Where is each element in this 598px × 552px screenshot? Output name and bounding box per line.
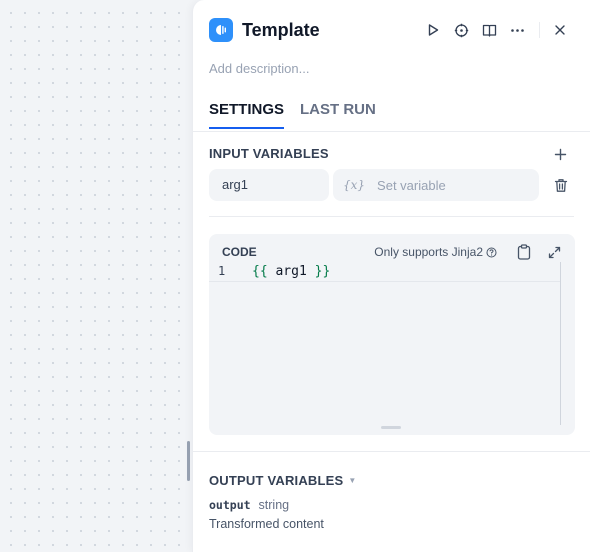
line-content: {{ arg1 }} (252, 264, 331, 279)
code-label: CODE (222, 245, 257, 259)
panel-resize-handle[interactable] (187, 441, 190, 481)
description-input[interactable]: Add description... (209, 61, 309, 76)
panel-scroll-edge (590, 0, 598, 552)
variable-value-selector[interactable]: {x} Set variable (333, 169, 539, 201)
tab-last-run[interactable]: LAST RUN (300, 101, 376, 129)
expand-icon (548, 246, 560, 258)
line-number: 1 (218, 264, 226, 278)
panel-title[interactable]: Template (242, 20, 320, 41)
header-actions (419, 16, 574, 44)
caret-down-icon: ▼ (348, 476, 357, 485)
editor-resize-grip[interactable] (381, 426, 401, 429)
output-variable-name: output (209, 498, 251, 512)
panel-tabs: SETTINGS LAST RUN (209, 101, 376, 129)
code-editor-box: CODE Only supports Jinja2 1 {{ arg1 }} (209, 234, 575, 435)
delete-variable-button[interactable] (547, 171, 575, 199)
variable-value-placeholder: Set variable (377, 177, 446, 193)
jinja-hint: Only supports Jinja2 (374, 245, 497, 259)
editor-scrollbar[interactable] (560, 262, 561, 425)
variable-name-input[interactable]: arg1 (209, 169, 329, 201)
output-divider (193, 451, 590, 452)
output-variables-title: OUTPUT VARIABLES (209, 473, 344, 488)
help-circle-icon[interactable] (486, 247, 497, 258)
node-settings-panel: Template Add description... SETTINGS LAS… (192, 0, 590, 552)
plus-icon (554, 148, 566, 160)
output-variable-row: output string (209, 498, 289, 512)
output-variables-toggle[interactable]: OUTPUT VARIABLES ▼ (209, 473, 356, 488)
help-crosshair-icon[interactable] (447, 16, 475, 44)
output-variable-description: Transformed content (209, 517, 324, 531)
run-icon[interactable] (419, 16, 447, 44)
code-header: CODE Only supports Jinja2 (222, 243, 563, 261)
tabs-divider (193, 131, 590, 132)
panel-toggle-icon[interactable] (475, 16, 503, 44)
variable-x-icon: {x} (343, 178, 366, 192)
panel-header: Template (209, 16, 574, 44)
jinja-hint-text: Only supports Jinja2 (374, 245, 483, 259)
clipboard-icon (517, 244, 531, 260)
tab-settings[interactable]: SETTINGS (209, 101, 285, 129)
trash-icon (554, 178, 568, 192)
add-variable-button[interactable] (550, 144, 570, 164)
code-editor[interactable]: 1 {{ arg1 }} (209, 262, 575, 425)
close-icon[interactable] (546, 16, 574, 44)
copy-code-button[interactable] (515, 243, 533, 261)
output-variable-type: string (258, 498, 290, 512)
expand-editor-button[interactable] (545, 243, 563, 261)
header-separator (539, 22, 540, 38)
code-line: 1 {{ arg1 }} (209, 262, 561, 282)
section-divider (209, 216, 574, 217)
template-node-icon (209, 18, 233, 42)
more-options-icon[interactable] (503, 16, 531, 44)
input-variables-title: INPUT VARIABLES (209, 146, 329, 161)
input-variable-row: arg1 {x} Set variable (209, 169, 575, 201)
